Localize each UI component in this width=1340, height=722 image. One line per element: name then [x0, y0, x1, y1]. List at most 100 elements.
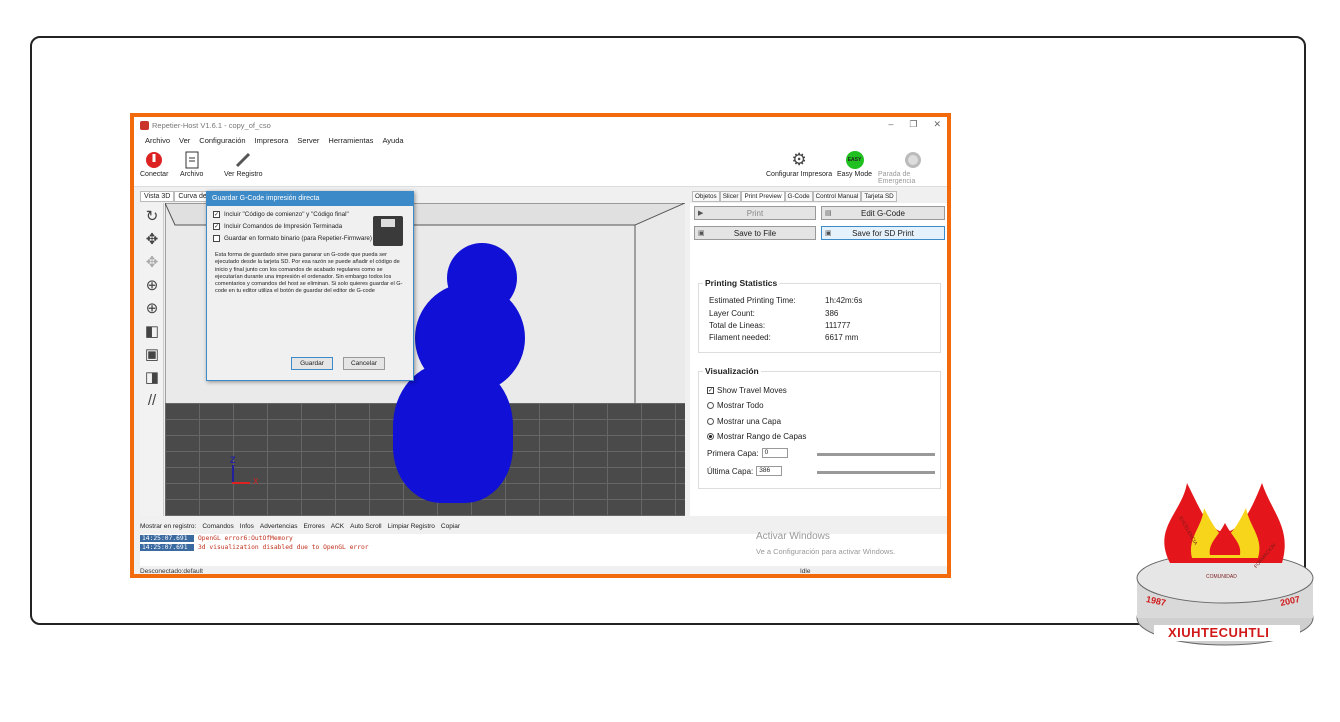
view-tools: ↻ ✥ ✥ ⊕ ⊕ ◧ ▣ ◨ //	[140, 203, 164, 516]
menu-ayuda[interactable]: Ayuda	[382, 136, 403, 145]
save-icon: ▣	[825, 230, 832, 237]
save-to-file-button[interactable]: ▣ Save to File	[694, 226, 816, 240]
checkbox-checked[interactable]: ✓	[213, 211, 220, 218]
option-label: Incluir "Código de comienzo" y "Código f…	[224, 211, 349, 218]
stat-layers-value: 386	[825, 309, 839, 318]
radio-button[interactable]	[707, 418, 714, 425]
save-gcode-dialog: Guardar G-Code impresión directa ✓ Inclui…	[206, 191, 414, 381]
cancel-button[interactable]: Cancelar	[343, 357, 385, 370]
connect-button[interactable]: Conectar	[140, 149, 168, 178]
rotate-icon[interactable]: ↻	[142, 206, 162, 226]
axis-z-label: Z	[230, 455, 236, 465]
filter-infos[interactable]: Infos	[240, 523, 254, 530]
tab-3d-view[interactable]: Vista 3D	[140, 191, 175, 202]
stat-layers-label: Layer Count:	[709, 309, 755, 318]
log-message: 3d visualization disabled due to OpenGL …	[198, 544, 369, 551]
zoom-icon[interactable]: ⊕	[142, 275, 162, 295]
file-button[interactable]: Archivo	[180, 149, 203, 178]
tab-objects[interactable]: Objetos	[692, 191, 720, 202]
edit-gcode-button[interactable]: ▤ Edit G-Code	[821, 206, 945, 220]
menu-server[interactable]: Server	[297, 136, 319, 145]
copy-log-button[interactable]: Copiar	[441, 523, 460, 530]
iso-view-icon[interactable]: ◧	[142, 321, 162, 341]
last-layer-slider[interactable]	[817, 471, 935, 474]
view-log-button[interactable]: Ver Registro	[224, 149, 263, 178]
stats-title: Printing Statistics	[703, 278, 780, 288]
radio-button-selected[interactable]	[707, 433, 714, 440]
pencil-icon	[232, 149, 254, 171]
filter-warnings[interactable]: Advertencias	[260, 523, 298, 530]
idle-status: Idle	[800, 568, 811, 575]
window-title: Repetier-Host V1.6.1 - copy_of_cso	[152, 120, 271, 130]
save-icon: ▣	[698, 230, 705, 237]
menu-configuracion[interactable]: Configuración	[199, 136, 245, 145]
menu-ver[interactable]: Ver	[179, 136, 190, 145]
close-icon[interactable]: ✕	[933, 119, 941, 130]
connection-status: Desconectado:default	[140, 568, 203, 575]
emergency-label: Parada de Emergencia	[878, 171, 916, 185]
show-range-label: Mostrar Rango de Capas	[717, 432, 807, 441]
option-label: Guardar en formato binario (para Repetie…	[224, 235, 373, 242]
save-for-sd-button[interactable]: ▣ Save for SD Print	[821, 226, 945, 240]
play-icon: ▶	[698, 210, 704, 217]
tab-slicer[interactable]: Slicer	[719, 191, 742, 202]
log-label: Ver Registro	[224, 171, 263, 178]
watermark-subtitle: Ve a Configuración para activar Windows.	[756, 547, 896, 556]
checkbox-checked[interactable]: ✓	[213, 223, 220, 230]
document-icon: ▤	[825, 210, 832, 217]
print-label: Print	[746, 208, 764, 218]
tab-gcode[interactable]: G-Code	[784, 191, 813, 202]
menu-bar: Archivo Ver Configuración Impresora Serv…	[134, 133, 947, 147]
filter-commands[interactable]: Comandos	[202, 523, 233, 530]
show-travel-moves[interactable]: ✓ Show Travel Moves	[707, 386, 787, 395]
menu-herramientas[interactable]: Herramientas	[328, 136, 373, 145]
save-button[interactable]: Guardar	[291, 357, 333, 370]
radio-button[interactable]	[707, 402, 714, 409]
title-bar: Repetier-Host V1.6.1 - copy_of_cso – ❐ ✕	[134, 117, 947, 133]
radio-show-one-layer[interactable]: Mostrar una Capa	[707, 417, 781, 426]
app-icon	[140, 120, 149, 130]
logo-name: XIUHTECUHTLI	[1168, 625, 1270, 640]
restore-icon[interactable]: ❐	[909, 119, 917, 130]
first-layer-label: Primera Capa:	[707, 448, 759, 458]
main-toolbar: Conectar Archivo Ver Registro ⚙ Configur…	[134, 147, 947, 187]
last-layer-input[interactable]: 386	[756, 466, 783, 476]
xiuhtecuhtli-logo: XIUHTECUHTLI 1987 2007 EXCELENCIA FORMAC…	[1132, 473, 1318, 648]
first-layer-slider[interactable]	[817, 453, 935, 456]
tab-sd-card[interactable]: Tarjeta SD	[861, 191, 897, 202]
configure-printer-button[interactable]: ⚙ Configurar Impresora	[766, 149, 832, 178]
menu-impresora[interactable]: Impresora	[255, 136, 289, 145]
print-button[interactable]: ▶ Print	[694, 206, 816, 220]
filter-errors[interactable]: Errores	[303, 523, 324, 530]
menu-archivo[interactable]: Archivo	[145, 136, 170, 145]
parallel-view-icon[interactable]: //	[142, 390, 162, 410]
slide-frame: Repetier-Host V1.6.1 - copy_of_cso – ❐ ✕…	[30, 36, 1314, 646]
zoom-fit-icon[interactable]: ⊕	[142, 298, 162, 318]
side-view-icon[interactable]: ◨	[142, 367, 162, 387]
clear-log-button[interactable]: Limpiar Registro	[388, 523, 435, 530]
last-layer-row: Última Capa: 386	[707, 466, 783, 476]
front-view-icon[interactable]: ▣	[142, 344, 162, 364]
easy-mode-label: Easy Mode	[837, 171, 873, 178]
checkbox-unchecked[interactable]	[213, 235, 220, 242]
logo-ring-mid: COMUNIDAD	[1206, 574, 1237, 580]
auto-scroll-toggle[interactable]: Auto Scroll	[350, 523, 381, 530]
print-preview-panel: ▶ Print ▤ Edit G-Code ▣ Save to File ▣ Save …	[690, 203, 947, 516]
tab-manual-control[interactable]: Control Manual	[812, 191, 862, 202]
radio-show-layer-range[interactable]: Mostrar Rango de Capas	[707, 432, 806, 441]
window-controls: – ❐ ✕	[888, 119, 941, 130]
emergency-stop-button[interactable]: Parada de Emergencia	[878, 149, 947, 185]
easy-mode-button[interactable]: EASY Easy Mode	[837, 149, 872, 178]
connect-label: Conectar	[140, 171, 169, 178]
radio-show-all[interactable]: Mostrar Todo	[707, 401, 764, 410]
filter-ack[interactable]: ACK	[331, 523, 344, 530]
minimize-icon[interactable]: –	[888, 119, 893, 130]
checkbox-checked[interactable]: ✓	[707, 387, 714, 394]
stat-time-label: Estimated Printing Time:	[709, 296, 796, 305]
move-object-icon[interactable]: ✥	[142, 252, 162, 272]
tab-print-preview[interactable]: Print Preview	[741, 191, 785, 202]
first-layer-input[interactable]: 0	[761, 448, 788, 458]
config-printer-label: Configurar Impresora	[766, 171, 833, 178]
watermark-title: Activar Windows	[756, 531, 830, 542]
move-icon[interactable]: ✥	[142, 229, 162, 249]
